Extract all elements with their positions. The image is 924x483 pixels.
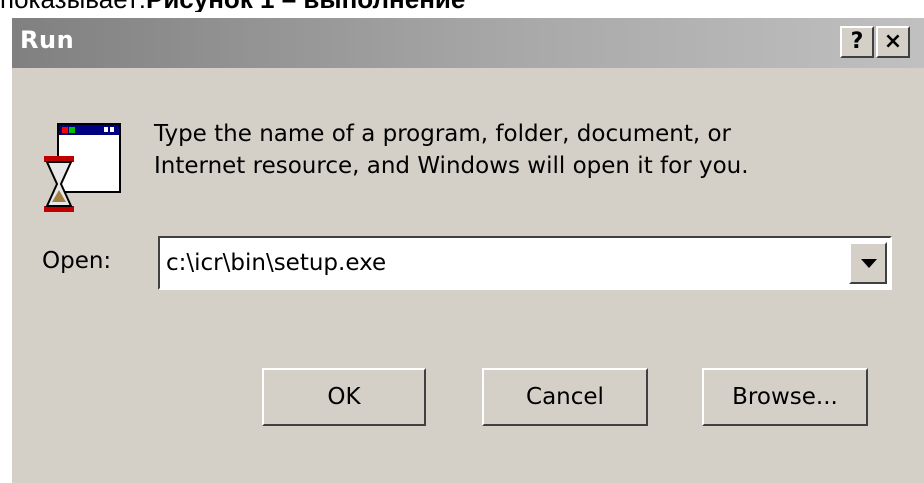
run-dialog: Run ? × Type the name of a program, fold…	[12, 18, 924, 483]
title-bar[interactable]: Run ? ×	[12, 18, 924, 68]
caption-lead: показывает:	[0, 0, 146, 12]
close-button[interactable]: ×	[876, 26, 910, 58]
window-title: Run	[20, 26, 75, 54]
browse-button[interactable]: Browse...	[702, 368, 868, 426]
instruction-text: Type the name of a program, folder, docu…	[154, 118, 894, 182]
cancel-button[interactable]: Cancel	[482, 368, 648, 426]
chevron-down-icon	[861, 259, 877, 268]
open-input[interactable]	[164, 242, 846, 284]
instruction-line-2: Internet resource, and Windows will open…	[154, 153, 749, 179]
open-dropdown-button[interactable]	[849, 242, 887, 284]
run-program-icon	[44, 123, 121, 212]
open-combobox[interactable]	[158, 236, 892, 290]
document-caption: показывает:Рисунок 1 – выполнение	[0, 0, 924, 12]
caption-figure-title: Рисунок 1 – выполнение	[146, 0, 465, 12]
ok-button[interactable]: OK	[262, 368, 426, 426]
open-label: Open:	[42, 248, 112, 274]
help-button[interactable]: ?	[840, 26, 874, 58]
instruction-line-1: Type the name of a program, folder, docu…	[154, 121, 731, 147]
